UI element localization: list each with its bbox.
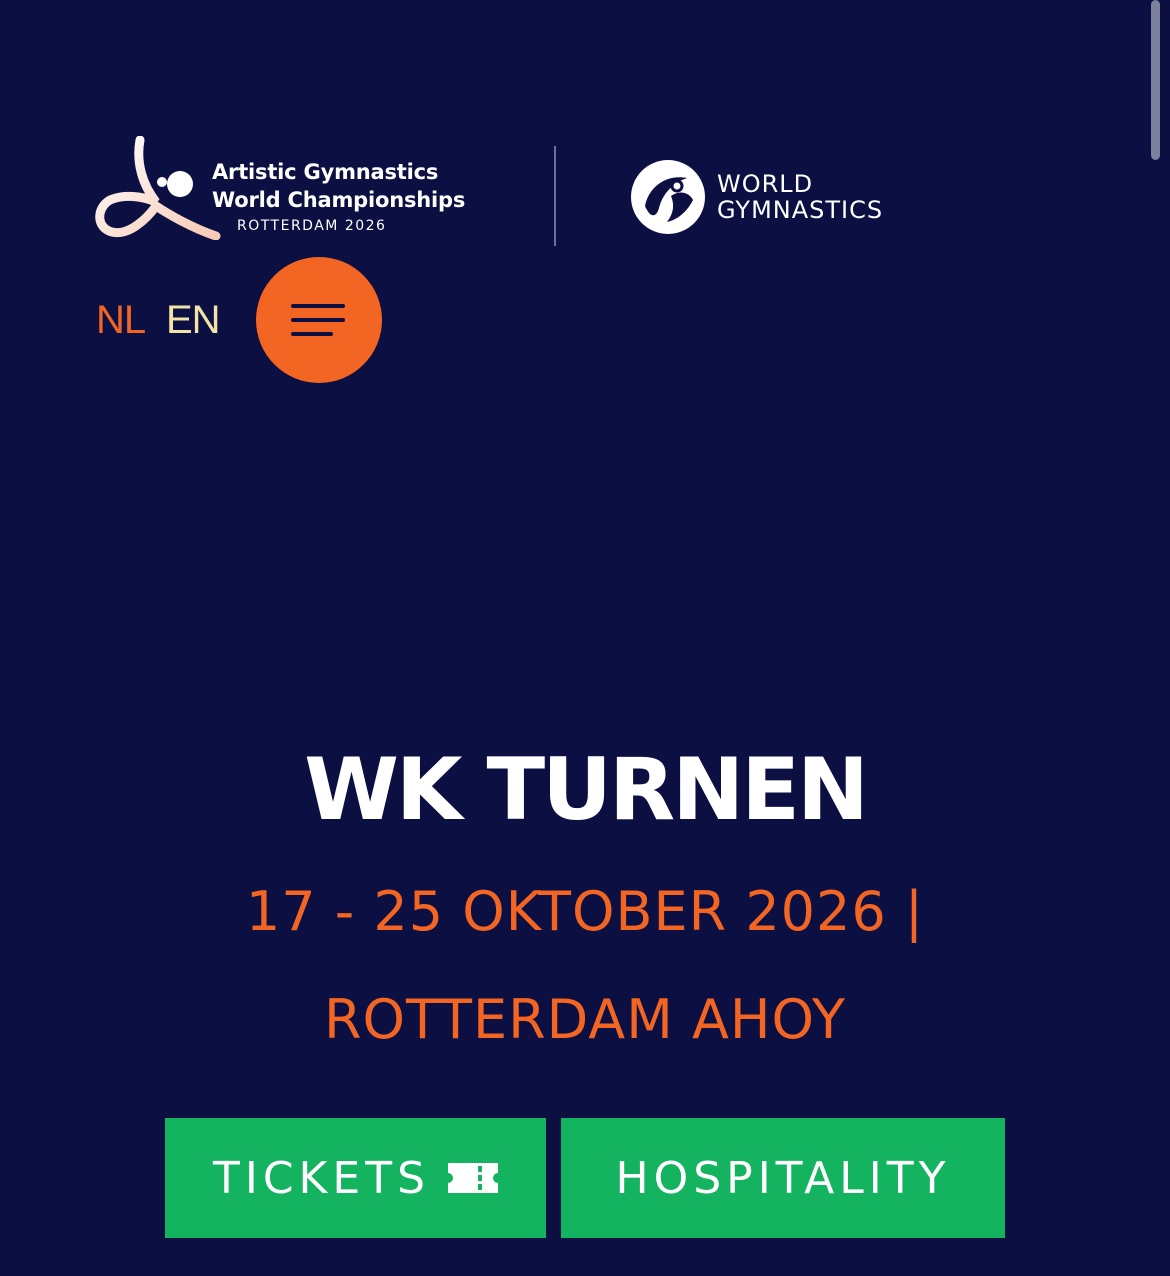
- language-en-link[interactable]: EN: [166, 296, 221, 344]
- language-nl-link[interactable]: NL: [96, 296, 146, 344]
- ticket-icon: [448, 1163, 499, 1193]
- hospitality-button[interactable]: HOSPITALITY: [561, 1118, 1005, 1238]
- page: Artistic Gymnastics World Championships …: [0, 0, 1170, 1276]
- menu-button[interactable]: [256, 257, 382, 383]
- header: Artistic Gymnastics World Championships …: [94, 136, 934, 252]
- world-gymnastics-logo[interactable]: WORLD GYMNASTICS: [627, 156, 927, 238]
- tickets-button-label: TICKETS: [212, 1152, 431, 1204]
- event-logo[interactable]: Artistic Gymnastics World Championships …: [94, 136, 494, 240]
- hero-dates: 17 - 25 OKTOBER 2026 |: [245, 880, 925, 943]
- gymnast-swirl-logo-icon: [95, 136, 221, 240]
- logo-divider: [554, 146, 556, 246]
- event-logo-line2: World Championships: [212, 188, 466, 212]
- event-logo-subline: ROTTERDAM 2026: [237, 218, 387, 234]
- world-gymnastics-line1: WORLD: [717, 170, 814, 198]
- world-gymnastics-emblem-icon: [631, 160, 705, 234]
- hero-title: WK TURNEN: [304, 740, 869, 840]
- scrollbar-thumb[interactable]: [1151, 0, 1160, 160]
- world-gymnastics-line2: GYMNASTICS: [717, 196, 884, 224]
- world-gymnastics-wordmark: WORLD GYMNASTICS: [717, 171, 883, 223]
- hospitality-button-label: HOSPITALITY: [615, 1152, 951, 1204]
- hero-venue: ROTTERDAM AHOY: [323, 988, 847, 1051]
- event-logo-text: Artistic Gymnastics World Championships …: [212, 158, 465, 234]
- event-logo-line1: Artistic Gymnastics: [212, 160, 439, 184]
- tickets-button[interactable]: TICKETS: [165, 1118, 546, 1238]
